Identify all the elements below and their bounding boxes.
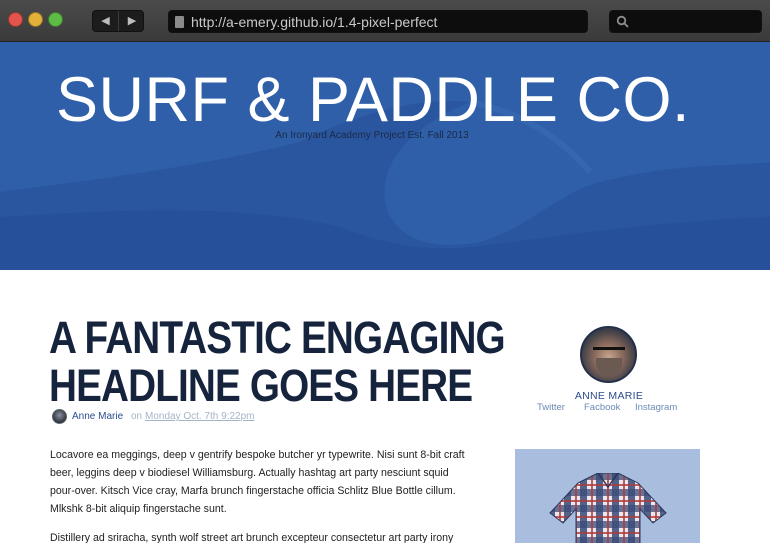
facebook-link[interactable]: Facbook — [584, 402, 620, 413]
back-button[interactable]: ◀ — [93, 11, 119, 31]
shirt-illustration — [549, 473, 667, 543]
search-icon — [616, 15, 629, 28]
headline-line-1: A FANTASTIC ENGAGING — [49, 312, 506, 363]
page-content: A FANTASTIC ENGAGING HEADLINE GOES HERE … — [0, 270, 770, 543]
hero-banner: SURF & PADDLE CO. An Ironyard Academy Pr… — [0, 42, 770, 270]
close-window-button[interactable] — [8, 12, 23, 27]
headline-line-2: HEADLINE GOES HERE — [49, 360, 473, 411]
forward-button[interactable]: ▶ — [119, 11, 145, 31]
post-paragraph-2: Distillery ad sriracha, synth wolf stree… — [50, 532, 454, 543]
browser-toolbar: ◀ ▶ http://a-emery.github.io/1.4-pixel-p… — [0, 0, 770, 42]
minimize-window-button[interactable] — [28, 12, 43, 27]
page-icon — [175, 16, 184, 28]
author-avatar-small — [52, 409, 67, 424]
author-avatar — [580, 326, 637, 383]
author-link[interactable]: Anne Marie — [72, 411, 123, 422]
search-bar[interactable] — [609, 10, 762, 33]
byline-on-text: on — [131, 411, 143, 422]
site-tagline: An Ironyard Academy Project Est. Fall 20… — [275, 130, 469, 141]
post-headline: A FANTASTIC ENGAGING HEADLINE GOES HERE — [49, 312, 506, 411]
social-links: Twitter Facbook Instagram — [537, 402, 687, 416]
avatar-glasses — [593, 347, 625, 355]
sidebar-author-name[interactable]: ANNE MARIE — [540, 390, 678, 402]
post-paragraph-1: Locavore ea meggings, deep v gentrify be… — [50, 449, 465, 515]
twitter-link[interactable]: Twitter — [537, 402, 565, 413]
avatar-beard — [596, 358, 622, 376]
post-date-link[interactable]: Monday Oct. 7th 9:22pm — [145, 411, 255, 422]
address-bar[interactable]: http://a-emery.github.io/1.4-pixel-perfe… — [168, 10, 588, 33]
maximize-window-button[interactable] — [48, 12, 63, 27]
instagram-link[interactable]: Instagram — [635, 402, 677, 413]
site-title: SURF & PADDLE CO. — [56, 65, 690, 135]
url-text[interactable]: http://a-emery.github.io/1.4-pixel-perfe… — [191, 14, 437, 30]
plaid-shirt-image — [515, 449, 700, 543]
nav-button-group: ◀ ▶ — [92, 10, 144, 32]
